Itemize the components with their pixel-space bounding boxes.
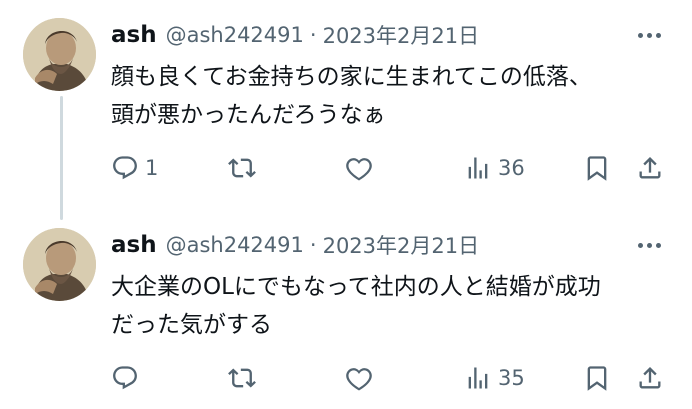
reply-button[interactable]: 1: [111, 150, 158, 186]
bookmark-button[interactable]: [583, 150, 611, 186]
like-button[interactable]: [345, 150, 373, 186]
tweet-text-line: 顔も良くてお金持ちの家に生まれてこの低落、: [111, 64, 592, 90]
retweet-button[interactable]: [228, 150, 256, 186]
views-button[interactable]: 35: [464, 360, 525, 396]
share-icon: [639, 367, 661, 389]
tweet-date[interactable]: 2023年2月21日: [323, 20, 480, 50]
tweet-text: 顔も良くてお金持ちの家に生まれてこの低落、 頭が悪かったんだろうなぁ: [111, 58, 671, 134]
separator-dot: ·: [309, 23, 317, 47]
views-button[interactable]: 36: [464, 150, 525, 186]
separator-dot: ·: [309, 233, 317, 257]
reply-icon: [113, 366, 137, 390]
avatar[interactable]: [23, 18, 96, 91]
retweet-icon: [228, 368, 256, 388]
action-bar: 35: [111, 360, 671, 396]
tweet-text: 大企業のOLにでもなって社内の人と結婚が成功 だった気がする: [111, 268, 671, 344]
avatar[interactable]: [23, 228, 96, 301]
heart-icon: [346, 368, 372, 391]
tweet-date[interactable]: 2023年2月21日: [323, 230, 480, 260]
reply-icon: [113, 156, 137, 180]
share-button[interactable]: [636, 360, 664, 396]
tweet-header: ash @ash242491 · 2023年2月21日: [111, 230, 479, 260]
retweet-icon: [228, 158, 256, 178]
more-icon[interactable]: [634, 233, 664, 257]
bookmark-button[interactable]: [583, 360, 611, 396]
tweet-text-line: だった気がする: [111, 312, 272, 338]
tweet-text-line: 大企業のOLにでもなって社内の人と結婚が成功: [111, 274, 601, 300]
reply-button[interactable]: [111, 360, 145, 396]
display-name[interactable]: ash: [111, 22, 157, 48]
heart-icon: [346, 158, 372, 181]
bookmark-icon: [587, 366, 607, 391]
tweet-text-line: 頭が悪かったんだろうなぁ: [111, 102, 386, 128]
user-handle[interactable]: @ash242491: [166, 233, 304, 257]
thread-connector-line: [60, 96, 63, 220]
share-button[interactable]: [636, 150, 664, 186]
bookmark-icon: [587, 156, 607, 181]
views-chart-icon: [468, 157, 488, 179]
action-bar: 1 36: [111, 150, 671, 186]
display-name[interactable]: ash: [111, 232, 157, 258]
tweet-header: ash @ash242491 · 2023年2月21日: [111, 20, 479, 50]
like-button[interactable]: [345, 360, 373, 396]
user-handle[interactable]: @ash242491: [166, 23, 304, 47]
share-icon: [639, 157, 661, 179]
view-count: 36: [498, 156, 525, 180]
views-chart-icon: [468, 367, 488, 389]
more-icon[interactable]: [634, 23, 664, 47]
view-count: 35: [498, 366, 525, 390]
retweet-button[interactable]: [228, 360, 256, 396]
reply-count: 1: [145, 156, 159, 180]
